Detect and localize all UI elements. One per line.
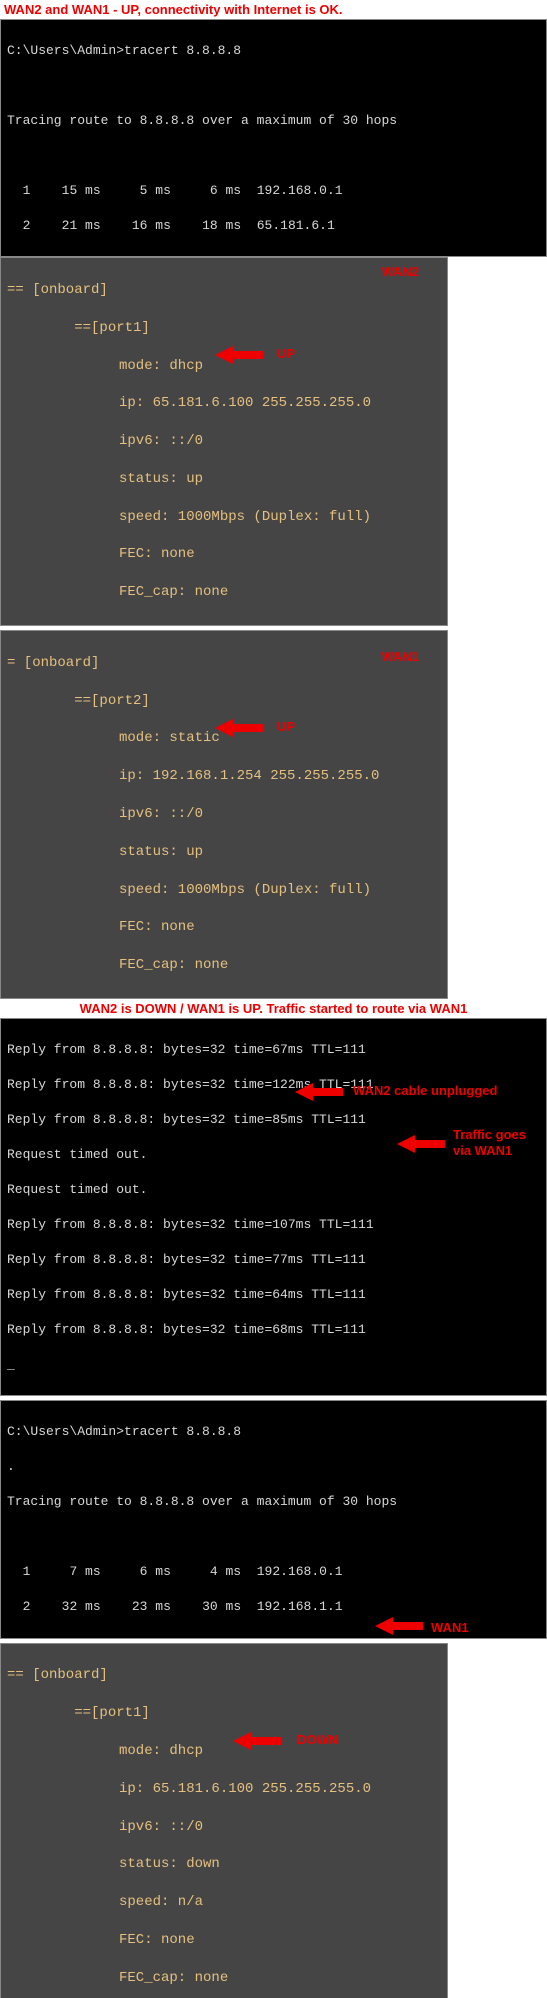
port1d-ipv6: ipv6: ::/0 xyxy=(7,1818,441,1837)
ping-line: Request timed out. xyxy=(7,1181,540,1199)
arrow-left-icon xyxy=(375,1617,423,1635)
arrow-left-icon xyxy=(295,1083,343,1101)
arrow-left-icon xyxy=(215,719,263,737)
tracert-2-output: C:\Users\Admin>tracert 8.8.8.8 . Tracing… xyxy=(1,1401,546,1637)
heading-wan2-down: WAN2 is DOWN / WAN1 is UP. Traffic start… xyxy=(0,999,547,1018)
port2-ipv6: ipv6: ::/0 xyxy=(7,805,441,824)
prompt-line: C:\Users\Admin>tracert 8.8.8.8 xyxy=(7,1423,540,1441)
dot-line: . xyxy=(7,1458,540,1476)
label-cable-unplugged: WAN2 cable unplugged xyxy=(353,1083,497,1098)
port1d-mode: mode: dhcp xyxy=(7,1742,441,1761)
arrow-left-icon xyxy=(215,346,263,364)
ping-line: Reply from 8.8.8.8: bytes=32 time=67ms T… xyxy=(7,1041,540,1059)
port1d-feccap: FEC_cap: none xyxy=(7,1969,441,1988)
port1d-ip: ip: 65.181.6.100 255.255.255.0 xyxy=(7,1780,441,1799)
ping-line: Reply from 8.8.8.8: bytes=32 time=107ms … xyxy=(7,1216,540,1234)
label-up-1: UP xyxy=(277,346,295,361)
label-wan2: WAN2 xyxy=(381,264,419,279)
port1-speed: speed: 1000Mbps (Duplex: full) xyxy=(7,508,441,527)
port2-up-block: = [onboard] ==[port2] mode: static ip: 1… xyxy=(1,631,447,998)
tracert-header: Tracing route to 8.8.8.8 over a maximum … xyxy=(7,112,540,130)
arrow-left-icon xyxy=(397,1135,445,1153)
port2-feccap: FEC_cap: none xyxy=(7,956,441,975)
label-traffic-1: Traffic goes xyxy=(453,1127,526,1142)
port2-fec: FEC: none xyxy=(7,918,441,937)
tracert-hop-1: 1 7 ms 6 ms 4 ms 192.168.0.1 xyxy=(7,1563,540,1581)
port1-feccap: FEC_cap: none xyxy=(7,583,441,602)
port1-ipv6: ipv6: ::/0 xyxy=(7,432,441,451)
tracert-header: Tracing route to 8.8.8.8 over a maximum … xyxy=(7,1493,540,1511)
tracert-hop-1: 1 15 ms 5 ms 6 ms 192.168.0.1 xyxy=(7,182,540,200)
ping-output: Reply from 8.8.8.8: bytes=32 time=67ms T… xyxy=(1,1019,546,1395)
port1d-fec: FEC: none xyxy=(7,1931,441,1950)
label-wan1-b: WAN1 xyxy=(431,1620,469,1635)
port1-ip: ip: 65.181.6.100 255.255.255.0 xyxy=(7,394,441,413)
label-down: DOWN xyxy=(297,1732,338,1747)
port1-status: status: up xyxy=(7,470,441,489)
port1d-speed: speed: n/a xyxy=(7,1893,441,1912)
port1-down-block: == [onboard] ==[port1] mode: dhcp ip: 65… xyxy=(1,1644,447,1998)
ping-line: Reply from 8.8.8.8: bytes=32 time=64ms T… xyxy=(7,1286,540,1304)
tracert-1-output: C:\Users\Admin>tracert 8.8.8.8 Tracing r… xyxy=(1,20,546,256)
port1-up-block: == [onboard] ==[port1] mode: dhcp ip: 65… xyxy=(1,258,447,625)
ping-line: Reply from 8.8.8.8: bytes=32 time=85ms T… xyxy=(7,1111,540,1129)
cursor: _ xyxy=(7,1356,540,1374)
port2-status: status: up xyxy=(7,843,441,862)
heading-wan-both-up: WAN2 and WAN1 - UP, connectivity with In… xyxy=(0,0,547,19)
port2-speed: speed: 1000Mbps (Duplex: full) xyxy=(7,881,441,900)
ping-line: Reply from 8.8.8.8: bytes=32 time=77ms T… xyxy=(7,1251,540,1269)
label-traffic-2: via WAN1 xyxy=(453,1143,512,1158)
label-up-2: UP xyxy=(277,719,295,734)
tracert-hop-2: 2 32 ms 23 ms 30 ms 192.168.1.1 xyxy=(7,1598,540,1616)
port1-fec: FEC: none xyxy=(7,545,441,564)
ping-line: Reply from 8.8.8.8: bytes=32 time=68ms T… xyxy=(7,1321,540,1339)
tracert-hop-2: 2 21 ms 16 ms 18 ms 65.181.6.1 xyxy=(7,217,540,235)
prompt-line: C:\Users\Admin>tracert 8.8.8.8 xyxy=(7,42,540,60)
port2-ip: ip: 192.168.1.254 255.255.255.0 xyxy=(7,767,441,786)
port1d-status: status: down xyxy=(7,1855,441,1874)
arrow-left-icon xyxy=(233,1732,281,1750)
label-wan1-a: WAN1 xyxy=(381,649,419,664)
